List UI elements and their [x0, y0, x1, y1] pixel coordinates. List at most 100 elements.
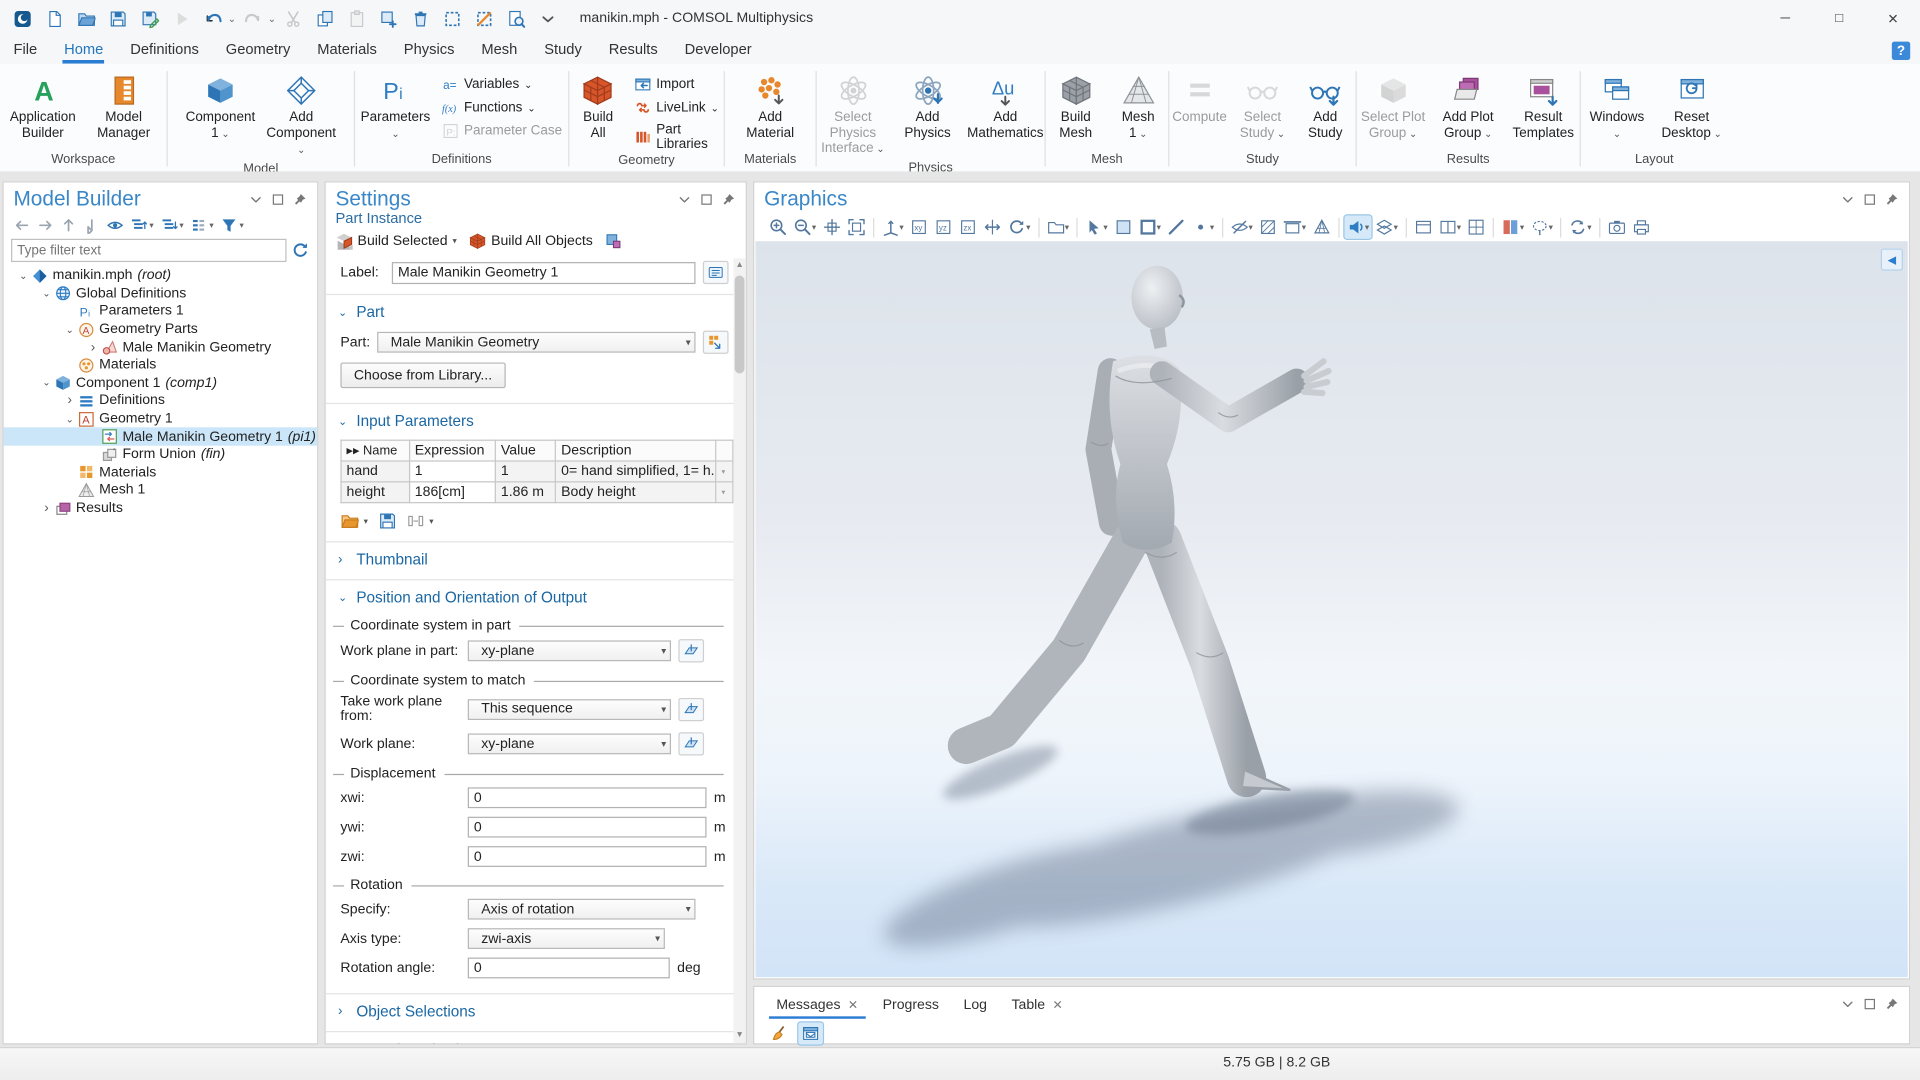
go-to-zx-view-button[interactable]: zx [956, 216, 979, 239]
cell-description[interactable]: 0= hand simplified, 1= h... [556, 461, 716, 482]
tree-item-parameters-1[interactable]: PiParameters 1 [4, 303, 317, 321]
show-selection-icon[interactable] [678, 732, 704, 755]
hide-objects-button[interactable]: ▾ [1228, 216, 1256, 239]
zoom-out-button[interactable]: ▾ [791, 216, 819, 239]
tree-caret-icon[interactable]: › [39, 501, 54, 516]
functions-button[interactable]: f(x)Functions⌄ [437, 98, 567, 118]
clear-messages-button[interactable] [767, 1022, 791, 1044]
section-header[interactable]: ⌄Input Parameters [326, 410, 734, 432]
update-cad-button[interactable] [605, 233, 622, 250]
settings-scrollbar[interactable]: ▲ ▼ [733, 258, 745, 1043]
move-up-button[interactable] [60, 217, 77, 234]
select-box-button[interactable] [438, 4, 467, 33]
settings-pin-button[interactable] [721, 192, 736, 207]
show-selection-icon[interactable] [703, 331, 729, 354]
split-window-button[interactable]: ▾ [1436, 216, 1464, 239]
table-row[interactable]: hand110= hand simplified, 1= h...▾ [341, 461, 733, 482]
help-button[interactable]: ? [1892, 42, 1910, 60]
expand-panel-icon[interactable]: ◀ [1881, 249, 1903, 271]
redo-button-dropdown[interactable]: ⌄ [268, 13, 276, 24]
qat-more-button[interactable] [533, 4, 562, 33]
tree-item-component-1[interactable]: ⌄Component 1(comp1) [4, 374, 317, 392]
graphics-menu-button[interactable] [1840, 192, 1855, 207]
add-physics-button[interactable]: AddPhysics [891, 71, 963, 143]
section-header[interactable]: ⌄Part [326, 301, 734, 323]
edit-label-icon[interactable] [703, 261, 729, 284]
cell-value[interactable]: 1.86 m [495, 482, 555, 503]
sound-button[interactable]: ▾ [1344, 216, 1372, 239]
tree-item-materials[interactable]: Materials [4, 356, 317, 374]
undo-button-dropdown[interactable]: ⌄ [228, 13, 236, 24]
tree-item-geometry-1[interactable]: ⌄AGeometry 1 [4, 410, 317, 428]
parameters-button[interactable]: PiParameters⌄ [356, 71, 434, 144]
tree-caret-icon[interactable]: › [62, 394, 77, 409]
menu-tab-mesh[interactable]: Mesh [468, 37, 531, 64]
filter-button[interactable] [220, 217, 237, 234]
tree-caret-icon[interactable]: ⌄ [16, 270, 31, 281]
forward-button[interactable] [37, 217, 54, 234]
color-theme-button[interactable]: ▾ [1499, 216, 1527, 239]
tree-item-global-definitions[interactable]: ⌄Global Definitions [4, 285, 317, 303]
tree-caret-icon[interactable]: ⌄ [62, 413, 77, 424]
cut-button[interactable] [278, 4, 307, 33]
cell-value[interactable]: 1 [495, 461, 555, 482]
add-material-button[interactable]: AddMaterial [731, 71, 809, 143]
menu-tab-geometry[interactable]: Geometry [212, 37, 303, 64]
back-button[interactable] [13, 217, 30, 234]
label-input[interactable] [392, 261, 696, 283]
redo-button[interactable] [238, 4, 267, 33]
tree-item-form-union[interactable]: *Form Union(fin) [4, 446, 317, 464]
menu-tab-developer[interactable]: Developer [671, 37, 765, 64]
load-file-button[interactable] [340, 512, 358, 530]
add-component-button[interactable]: AddComponent ⌄ [262, 71, 340, 161]
graphics-float-button[interactable] [1862, 192, 1877, 207]
show-messages-button[interactable] [798, 1022, 822, 1044]
wireframe-button[interactable] [1310, 216, 1333, 239]
go-to-xy-view-button[interactable]: xy [907, 216, 930, 239]
specify-combo[interactable]: Axis of rotation▾ [468, 899, 696, 920]
reset-desktop-button[interactable]: ResetDesktop ⌄ [1656, 71, 1728, 144]
build-mesh-button[interactable]: BuildMesh [1046, 71, 1106, 143]
close-button[interactable]: ✕ [1866, 0, 1920, 37]
axis-type-combo[interactable]: zwi-axis▾ [468, 928, 665, 949]
tab-log[interactable]: Log [951, 994, 999, 1018]
cell-name[interactable]: hand [341, 461, 409, 482]
tree-caret-icon[interactable]: ⌄ [39, 378, 54, 389]
tree-caret-icon[interactable]: › [86, 340, 101, 355]
menu-tab-study[interactable]: Study [531, 37, 596, 64]
menu-tab-physics[interactable]: Physics [390, 37, 468, 64]
tree-item-materials[interactable]: Materials [4, 464, 317, 482]
part-combo[interactable]: Male Manikin Geometry▾ [377, 332, 695, 353]
duplicate-button[interactable] [374, 4, 403, 33]
layers-button[interactable]: ▾ [1373, 216, 1401, 239]
save-button[interactable] [103, 4, 132, 33]
component-1-button[interactable]: Component1 ⌄ [181, 71, 259, 144]
settings-menu-button[interactable] [677, 192, 692, 207]
transparency-button[interactable] [1256, 216, 1279, 239]
show-selection-icon[interactable] [678, 697, 704, 720]
messages-menu-button[interactable] [1840, 997, 1855, 1012]
tree-item-geometry-parts[interactable]: ⌄AGeometry Parts [4, 321, 317, 339]
tree-caret-icon[interactable]: ⌄ [39, 288, 54, 299]
work-plane-combo[interactable]: xy-plane▾ [468, 733, 671, 754]
comsol-logo-icon[interactable] [7, 4, 36, 33]
default-view-button[interactable]: ▾ [879, 216, 907, 239]
build-all-button[interactable]: BuildAll [569, 71, 626, 143]
zoom-box-button[interactable] [820, 216, 843, 239]
menu-tab-definitions[interactable]: Definitions [117, 37, 213, 64]
take-work-plane-from-combo[interactable]: This sequence▾ [468, 699, 671, 720]
paste-button[interactable] [342, 4, 371, 33]
expand-all-button[interactable] [130, 217, 147, 234]
zoom-in-button[interactable] [767, 216, 790, 239]
model-builder-float-button[interactable] [271, 192, 286, 207]
deselect-box-button[interactable] [469, 4, 498, 33]
model-builder-pin-button[interactable] [293, 192, 308, 207]
model-builder-menu-button[interactable] [249, 192, 264, 207]
collapse-all-button[interactable] [160, 217, 177, 234]
plot-grid-button[interactable] [1465, 216, 1488, 239]
tree-item-mesh-1[interactable]: Mesh 1 [4, 481, 317, 499]
open-button[interactable] [71, 4, 100, 33]
work-plane-in-part-combo[interactable]: xy-plane▾ [468, 640, 671, 661]
save-as-button[interactable] [135, 4, 164, 33]
copy-button[interactable] [310, 4, 339, 33]
